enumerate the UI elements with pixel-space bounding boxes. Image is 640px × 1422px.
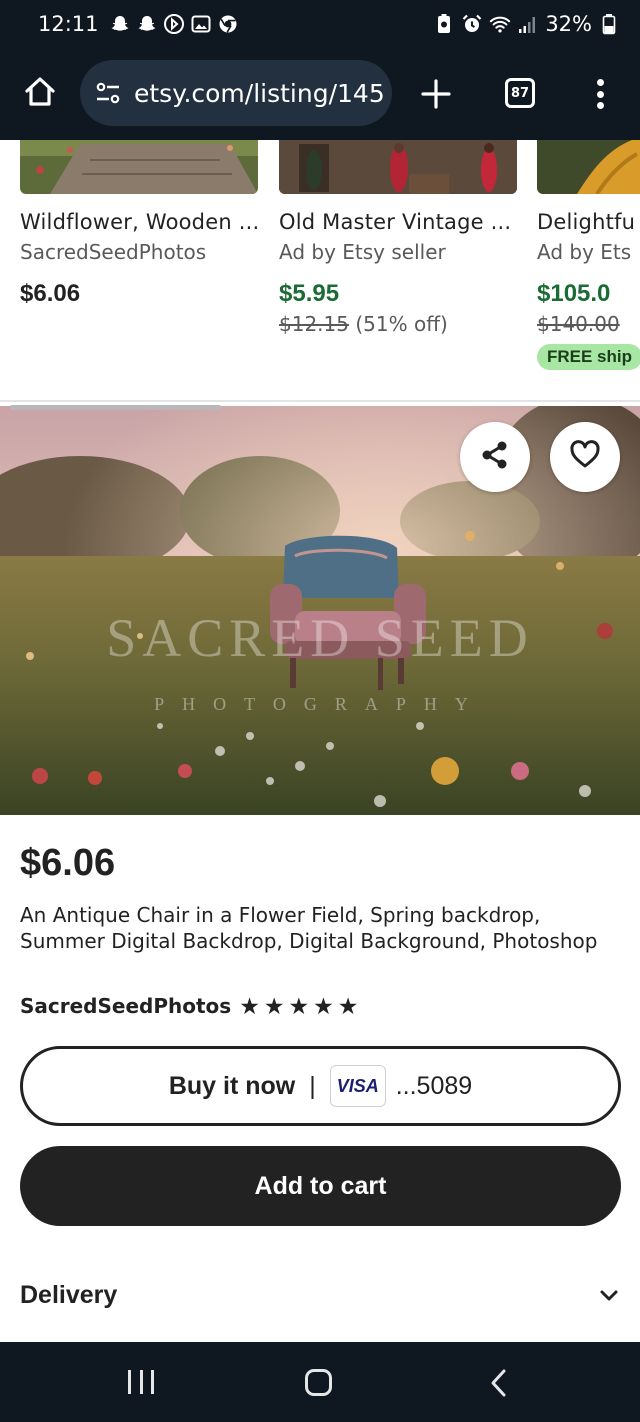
listing-title[interactable]: Wildflower, Wooden ... (20, 210, 259, 234)
notification-icons (109, 13, 239, 35)
status-time: 12:11 (38, 12, 99, 36)
snapchat-icon (136, 13, 158, 35)
site-settings-icon[interactable] (94, 79, 122, 107)
tab-switcher-button[interactable]: 87 (505, 78, 535, 108)
battery-icon (598, 13, 620, 35)
shop-name[interactable]: SacredSeedPhotos (20, 994, 231, 1018)
browser-toolbar: etsy.com/listing/145 87 (0, 48, 640, 140)
star-icon: ★ (288, 992, 310, 1019)
listing-seller: SacredSeedPhotos (20, 240, 207, 264)
listing-original-price: $140.00 (537, 312, 640, 336)
system-navigation-bar (0, 1342, 640, 1422)
listing-seller: Ad by Ets (537, 240, 632, 264)
star-icon: ★ (239, 992, 260, 1019)
product-title: An Antique Chair in a Flower Field, Spri… (20, 903, 598, 953)
add-to-cart-label: Add to cart (254, 1171, 387, 1200)
cast-icon (163, 13, 185, 35)
star-rating[interactable]: ★ ★ ★ ★ ★ (239, 992, 359, 1019)
listing-title[interactable]: Old Master Vintage ... (279, 210, 517, 234)
address-bar[interactable]: etsy.com/listing/145 (80, 60, 392, 126)
wifi-icon (489, 13, 511, 35)
url-text[interactable]: etsy.com/listing/145 (134, 79, 385, 108)
battery-saver-icon (433, 13, 455, 35)
product-price: $6.06 (20, 842, 116, 884)
home-button-icon[interactable] (305, 1369, 332, 1396)
back-icon[interactable] (488, 1368, 510, 1398)
share-icon (478, 438, 512, 477)
star-icon: ★ (337, 992, 359, 1019)
battery-percent: 32% (545, 12, 592, 36)
listing-thumbnail[interactable] (20, 140, 258, 194)
strikethrough-price: $140.00 (537, 312, 620, 336)
watermark-subtext: PHOTOGRAPHY (154, 694, 486, 714)
favorite-button[interactable] (550, 422, 620, 492)
carousel-scroll-indicator[interactable] (10, 405, 221, 410)
overflow-menu-icon[interactable] (588, 76, 612, 112)
card-last-digits: ...5089 (395, 1071, 473, 1100)
status-bar: 12:11 32% (0, 0, 640, 48)
listing-price: $6.06 (20, 280, 81, 307)
chevron-down-icon[interactable] (598, 1284, 620, 1306)
strikethrough-price: $12.15 (279, 312, 349, 336)
separator: | (309, 1071, 316, 1100)
shop-info[interactable]: SacredSeedPhotos ★ ★ ★ ★ ★ (20, 994, 358, 1018)
buy-it-now-button[interactable]: Buy it now | VISA ...5089 (20, 1046, 621, 1126)
listing-thumbnail[interactable] (537, 140, 640, 194)
gallery-icon (190, 13, 212, 35)
listing-thumbnail[interactable] (279, 140, 517, 194)
listing-sale-price: $5.95 (279, 280, 340, 307)
snapchat-icon (109, 13, 131, 35)
chrome-icon (217, 13, 239, 35)
discount-text: (51% off) (355, 312, 448, 336)
add-to-cart-button[interactable]: Add to cart (20, 1146, 621, 1226)
recent-apps-icon[interactable] (128, 1370, 154, 1394)
listing-title[interactable]: Delightfu (537, 210, 640, 234)
listing-card[interactable]: Old Master Vintage ... Ad by Etsy seller… (279, 140, 517, 336)
heart-icon (568, 438, 602, 477)
listing-original-price: $12.15 (51% off) (279, 312, 517, 336)
signal-icon (517, 13, 539, 35)
listing-sale-price: $105.0 (537, 280, 611, 307)
listing-main-image[interactable]: SACRED SEED PHOTOGRAPHY (0, 406, 640, 815)
system-icons: 32% (433, 12, 620, 36)
new-tab-icon[interactable] (418, 76, 454, 112)
listing-seller: Ad by Etsy seller (279, 240, 446, 264)
home-icon[interactable] (22, 74, 58, 110)
delivery-section-toggle[interactable]: Delivery (20, 1270, 620, 1320)
share-button[interactable] (460, 422, 530, 492)
free-shipping-badge: FREE ship (537, 344, 640, 370)
listing-card[interactable]: Wildflower, Wooden ... SacredSeedPhotos … (20, 140, 259, 308)
star-icon: ★ (263, 992, 285, 1019)
recommended-carousel[interactable]: Wildflower, Wooden ... SacredSeedPhotos … (0, 140, 640, 402)
listing-card[interactable]: Delightfu Ad by Ets $105.0 $140.00 FREE … (537, 140, 640, 370)
star-icon: ★ (313, 992, 334, 1019)
delivery-label: Delivery (20, 1280, 118, 1309)
alarm-icon (461, 13, 483, 35)
buy-it-now-label: Buy it now (168, 1071, 296, 1100)
section-divider (0, 400, 640, 402)
watermark-text: SACRED SEED (106, 608, 534, 668)
visa-card-icon: VISA (329, 1065, 386, 1107)
